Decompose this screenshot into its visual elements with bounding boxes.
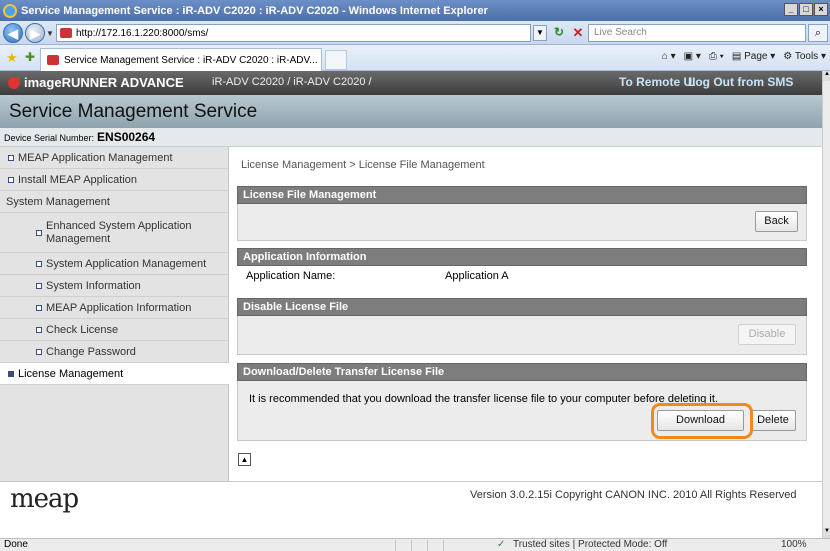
home-icon[interactable]: ⌂ ▾ xyxy=(662,51,676,62)
device-model: iR-ADV C2020 / iR-ADV C2020 / xyxy=(212,76,372,88)
sidebar-item-meap-application-information[interactable]: MEAP Application Information xyxy=(0,297,229,319)
status-segment xyxy=(427,540,441,551)
vertical-scrollbar[interactable]: ▲ ▼ xyxy=(822,71,830,538)
zoom-level[interactable]: 100% xyxy=(781,539,807,550)
bullet-icon xyxy=(8,176,14,183)
search-icon[interactable]: ⌕ xyxy=(808,24,828,42)
command-bar: ⌂ ▾ ▣ ▾ ⎙ ▾ ▤ Page ▾ ⚙ Tools ▾ xyxy=(662,51,826,62)
sidebar-item-enhanced-system-application-management[interactable]: Enhanced System Application Management xyxy=(0,213,229,253)
address-bar[interactable]: http://172.16.1.220:8000/sms/ xyxy=(56,24,531,42)
bullet-icon xyxy=(36,229,42,236)
new-tab-button[interactable] xyxy=(325,50,347,70)
ie-logo-icon xyxy=(3,3,17,18)
disable-button[interactable]: Disable xyxy=(738,324,796,345)
application-name-value: Application A xyxy=(445,270,509,282)
brand: imageRUNNER ADVANCE xyxy=(8,75,184,90)
bullet-icon xyxy=(36,304,42,311)
search-input[interactable]: Live Search xyxy=(588,24,806,42)
address-dropdown-icon[interactable]: ▼ xyxy=(533,25,547,41)
favorites-star-icon[interactable]: ★ xyxy=(6,50,18,66)
license-file-management-body: Back xyxy=(237,204,807,241)
forward-arrow-icon[interactable]: ▶ xyxy=(25,23,45,43)
application-information-header: Application Information xyxy=(237,248,807,266)
sidebar-item-meap-application-management[interactable]: MEAP Application Management xyxy=(0,147,229,169)
breadcrumb: License Management > License File Manage… xyxy=(241,159,485,171)
bullet-icon xyxy=(8,370,14,377)
scroll-to-top-icon[interactable]: ▲ xyxy=(238,453,251,466)
sidebar-item-check-license[interactable]: Check License xyxy=(0,319,229,341)
sidebar-item-system-information[interactable]: System Information xyxy=(0,275,229,297)
download-delete-header: Download/Delete Transfer License File xyxy=(237,363,807,381)
delete-button[interactable]: Delete xyxy=(750,410,796,431)
address-text: http://172.16.1.220:8000/sms/ xyxy=(76,27,209,39)
bullet-icon xyxy=(36,348,42,355)
window-title-bar: Service Management Service : iR-ADV C202… xyxy=(0,0,830,21)
back-arrow-icon[interactable]: ◀ xyxy=(3,23,23,43)
application-name-label: Application Name: xyxy=(246,270,336,282)
close-icon[interactable]: × xyxy=(814,3,828,16)
bullet-icon xyxy=(36,260,42,267)
disable-license-file-header: Disable License File xyxy=(237,298,807,316)
canon-logo-icon xyxy=(8,76,20,89)
status-text: Done xyxy=(4,539,28,550)
tab-bar: ★ ✚ Service Management Service : iR-ADV … xyxy=(0,45,830,71)
bullet-icon xyxy=(8,154,14,161)
navigation-bar: ◀ ▶ ▼ http://172.16.1.220:8000/sms/ ▼ ↻ … xyxy=(0,21,830,45)
history-dropdown-icon[interactable]: ▼ xyxy=(46,29,54,38)
back-button[interactable]: Back xyxy=(755,211,798,232)
sidebar-item-install-meap-application[interactable]: Install MEAP Application xyxy=(0,169,229,191)
scroll-down-icon[interactable]: ▼ xyxy=(823,528,830,538)
status-bar: Done ✓ Trusted sites | Protected Mode: O… xyxy=(0,538,830,551)
page-favicon-icon xyxy=(60,28,72,38)
tools-menu[interactable]: ⚙ Tools ▾ xyxy=(783,51,826,62)
tab-favicon-icon xyxy=(47,55,59,65)
status-segment xyxy=(443,540,457,551)
stop-icon[interactable]: ✕ xyxy=(570,25,586,41)
window-title: Service Management Service : iR-ADV C202… xyxy=(21,4,488,17)
remote-ui-link[interactable]: To Remote UI xyxy=(619,75,695,89)
window-controls: _ □ × xyxy=(784,3,828,16)
download-highlight xyxy=(651,403,753,439)
add-favorites-icon[interactable]: ✚ xyxy=(25,50,35,64)
serial-label: Device Serial Number: xyxy=(4,133,95,143)
sidebar-item-system-application-management[interactable]: System Application Management xyxy=(0,253,229,275)
browser-tab[interactable]: Service Management Service : iR-ADV C202… xyxy=(40,48,322,71)
refresh-icon[interactable]: ↻ xyxy=(550,25,568,41)
license-file-management-header: License File Management xyxy=(237,186,807,204)
sidebar-item-change-password[interactable]: Change Password xyxy=(0,341,229,363)
bullet-icon xyxy=(36,282,42,289)
serial-number-bar: Device Serial Number: ENS00264 xyxy=(0,128,822,147)
security-zone[interactable]: Trusted sites | Protected Mode: Off xyxy=(513,539,667,550)
sidebar-item-system-management[interactable]: System Management xyxy=(0,191,229,213)
maximize-icon[interactable]: □ xyxy=(799,3,813,16)
scroll-up-icon[interactable]: ▲ xyxy=(823,71,830,81)
meap-logo: meap xyxy=(10,484,79,514)
bullet-icon xyxy=(36,326,42,333)
minimize-icon[interactable]: _ xyxy=(784,3,798,16)
serial-value: ENS00264 xyxy=(97,130,156,144)
logout-link[interactable]: Log Out from SMS xyxy=(688,75,793,89)
disable-license-file-body: Disable xyxy=(237,316,807,355)
copyright: Version 3.0.2.15i Copyright CANON INC. 2… xyxy=(470,489,797,501)
trusted-check-icon: ✓ xyxy=(497,539,506,550)
app-title: Service Management Service xyxy=(0,95,822,128)
print-icon[interactable]: ⎙ ▾ xyxy=(709,51,724,62)
sidebar-item-license-management[interactable]: License Management xyxy=(0,363,229,385)
status-segment xyxy=(411,540,425,551)
sms-top-bar: imageRUNNER ADVANCE iR-ADV C2020 / iR-AD… xyxy=(0,71,822,95)
page-menu[interactable]: ▤ Page ▾ xyxy=(732,51,775,62)
tab-title: Service Management Service : iR-ADV C202… xyxy=(64,54,318,66)
feeds-icon[interactable]: ▣ ▾ xyxy=(684,51,701,62)
footer-divider xyxy=(0,481,822,482)
status-segment xyxy=(395,540,409,551)
brand-name: imageRUNNER ADVANCE xyxy=(24,75,184,90)
sidebar: MEAP Application Management Install MEAP… xyxy=(0,147,229,481)
